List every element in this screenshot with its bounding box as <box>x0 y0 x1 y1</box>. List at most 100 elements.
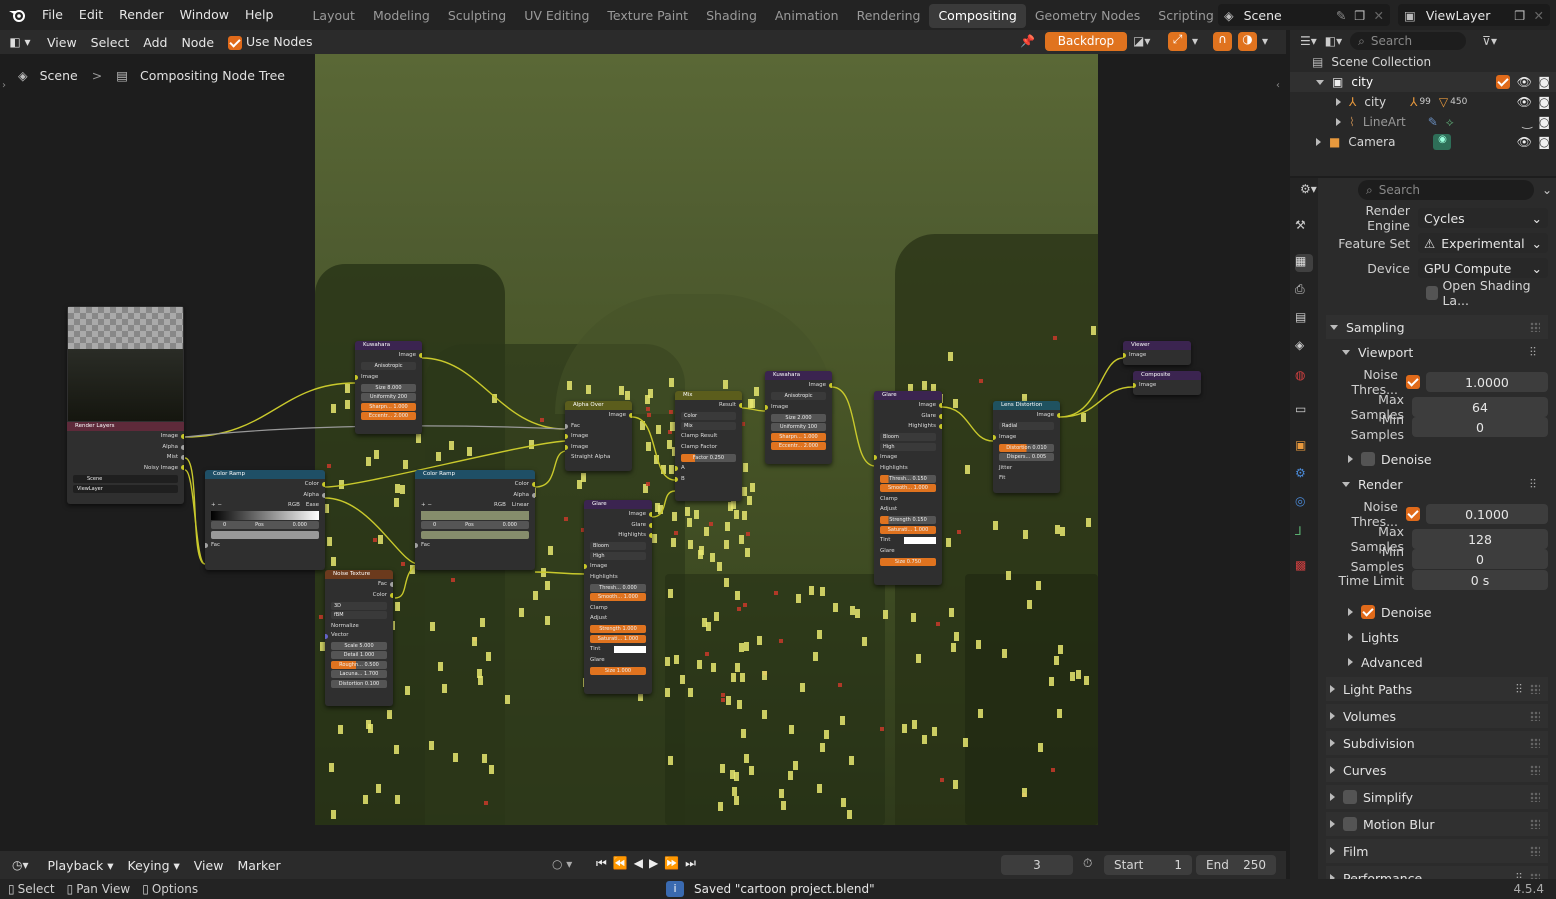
color-swatch[interactable] <box>211 530 319 539</box>
film-panel[interactable]: Film <box>1326 839 1548 863</box>
kuwahara-node[interactable]: Kuwahara Image Anisotropic Image Size 2.… <box>765 371 832 464</box>
outliner-search-input[interactable]: ⌕ Search <box>1350 32 1467 50</box>
drag-handle-icon[interactable] <box>1530 792 1540 802</box>
pin-icon[interactable]: 📌 <box>1020 34 1035 48</box>
tint-field[interactable]: Tint <box>874 535 942 546</box>
mode-dropdown[interactable]: Anisotropic <box>361 362 416 370</box>
feature-set-dropdown[interactable]: ⚠ Experimental ⌄ <box>1418 233 1548 253</box>
size-field[interactable]: Size 2.000 <box>771 413 826 422</box>
color-ramp-node[interactable]: Color Ramp Color Alpha + − RGB Ease 0 Pos 0.… <box>205 470 325 570</box>
drag-handle-icon[interactable] <box>1530 846 1540 856</box>
tab-sculpting[interactable]: Sculpting <box>439 4 515 28</box>
data-type-dropdown[interactable]: Color <box>681 412 736 420</box>
simplify-checkbox[interactable] <box>1343 790 1357 804</box>
editor-type-icon[interactable]: ◧ ▾ <box>0 35 40 49</box>
render-camera-icon[interactable]: ◙ <box>1538 95 1550 109</box>
presets-icon[interactable]: ⫶⫶ <box>1530 344 1536 360</box>
device-dropdown[interactable]: GPU Compute ⌄ <box>1418 258 1548 278</box>
menu-help[interactable]: Help <box>237 0 282 30</box>
use-nodes-checkbox[interactable] <box>228 35 243 50</box>
visibility-eye-icon[interactable]: 👁 <box>1517 135 1532 149</box>
menu-view[interactable]: View <box>187 858 231 873</box>
visibility-eye-icon[interactable]: 👁 <box>1517 75 1532 89</box>
use-nodes-toggle[interactable]: Use Nodes <box>221 34 319 50</box>
pos-field[interactable]: 0 Pos 0.000 <box>211 521 319 529</box>
smoothness-field[interactable]: Smooth... 1.000 <box>880 484 936 492</box>
subdivision-panel[interactable]: Subdivision <box>1326 731 1548 755</box>
motion-blur-checkbox[interactable] <box>1343 817 1357 831</box>
render-noise-field[interactable]: 0.1000 <box>1426 504 1548 524</box>
ramp-gradient[interactable] <box>421 510 529 520</box>
node-header[interactable]: Mix <box>675 391 742 400</box>
render-denoise-subpanel[interactable]: Denoise <box>1326 600 1548 624</box>
viewport-noise-field[interactable]: 1.0000 <box>1426 372 1548 392</box>
size-field[interactable]: Size 8.000 <box>361 383 416 392</box>
menu-edit[interactable]: Edit <box>71 0 111 30</box>
tab-scripting[interactable]: Scripting <box>1149 4 1223 28</box>
playback-controls[interactable]: ⏮⏪◀▶⏩⏭ <box>596 856 702 871</box>
quality-dropdown[interactable]: High <box>590 551 646 560</box>
eccentricity-field[interactable]: Eccentr... 2.000 <box>361 412 416 420</box>
scene-collection-row[interactable]: ▤ Scene Collection <box>1290 52 1556 72</box>
snap-icon[interactable]: ∩ <box>1213 32 1232 51</box>
gizmo-dropdown-icon[interactable]: ▾ <box>1192 34 1198 48</box>
new-view-layer-icon[interactable]: ❐ <box>1514 8 1525 23</box>
hidden-eye-icon[interactable]: ‿ <box>1522 115 1532 129</box>
volumes-panel[interactable]: Volumes <box>1326 704 1548 728</box>
noise-texture-node[interactable]: Noise Texture Fac Color 3D fBM Normalize… <box>325 570 393 706</box>
node-header[interactable]: Glare <box>874 391 942 400</box>
sidebar-toggle-icon[interactable]: ‹ <box>1276 80 1280 91</box>
glare-node[interactable]: Glare Image Glare Highlights Bloom High … <box>584 500 652 694</box>
viewport-noise-checkbox[interactable] <box>1406 375 1420 389</box>
tab-modeling[interactable]: Modeling <box>364 4 439 28</box>
detail-field[interactable]: Detail 1.000 <box>331 651 387 659</box>
viewport-denoise-subpanel[interactable]: Denoise <box>1326 447 1548 471</box>
properties-search-input[interactable]: ⌕ Search <box>1358 180 1534 200</box>
node-header[interactable]: Viewer <box>1123 341 1191 350</box>
strength-field[interactable]: Strength 0.150 <box>880 516 936 524</box>
new-scene-icon[interactable]: ❐ <box>1354 8 1365 23</box>
menu-node[interactable]: Node <box>174 35 221 50</box>
options-dropdown-icon[interactable]: ⌄ <box>1542 183 1552 197</box>
osl-checkbox[interactable] <box>1426 286 1439 300</box>
clamp-panel[interactable]: Clamp <box>874 494 942 505</box>
render-layers-node[interactable]: Render Layers Image Alpha Mist Noisy Ima… <box>67 306 184 504</box>
threshold-field[interactable]: Thresh... 0.000 <box>590 583 646 592</box>
auto-keying-icon[interactable]: ○ ▾ <box>552 857 572 871</box>
modifier-icon[interactable]: ✎ <box>1428 115 1438 129</box>
drag-handle-icon[interactable] <box>1530 711 1540 721</box>
glare-panel[interactable]: Glare <box>874 546 942 557</box>
sharpness-field[interactable]: Sharpn... 1.000 <box>361 402 416 411</box>
editor-type-icon[interactable]: ⚙▾ <box>1300 182 1317 196</box>
uniformity-field[interactable]: Uniformity 100 <box>771 423 826 431</box>
tint-field[interactable]: Tint <box>584 644 652 655</box>
glare-type-dropdown[interactable]: Bloom <box>880 433 936 441</box>
node-header[interactable]: Color Ramp <box>415 470 535 479</box>
size-field[interactable]: Size 0.750 <box>880 557 936 566</box>
kuwahara-node[interactable]: Kuwahara Image Anisotropic Image Size 8.… <box>355 341 422 434</box>
render-camera-icon[interactable]: ◙ <box>1538 75 1550 89</box>
overlay-icon[interactable]: ◑ <box>1238 32 1257 51</box>
mode-dropdown[interactable]: Radial <box>999 422 1054 430</box>
render-subpanel[interactable]: Render ⫶⫶ <box>1326 472 1548 496</box>
mode-dropdown[interactable]: Anisotropic <box>771 392 826 400</box>
texture-tab-icon[interactable]: ▩ <box>1295 558 1313 576</box>
outliner-row-camera[interactable]: ■ Camera ◉ 👁 ◙ <box>1290 132 1556 152</box>
node-header[interactable]: Noise Texture <box>325 570 393 579</box>
menu-file[interactable]: File <box>34 0 71 30</box>
roughness-field[interactable]: Roughn... 0.500 <box>331 660 387 669</box>
smoothness-field[interactable]: Smooth... 1.000 <box>590 593 646 601</box>
drag-handle-icon[interactable] <box>1530 765 1540 775</box>
constraint-tab-icon[interactable]: ⅃ <box>1295 524 1313 542</box>
node-header[interactable]: Glare <box>584 500 652 509</box>
jitter-toggle[interactable]: Jitter <box>993 463 1060 474</box>
quality-dropdown[interactable]: High <box>880 442 936 451</box>
node-header[interactable]: Lens Distortion <box>993 401 1060 410</box>
view-layer-tab-icon[interactable]: ▤ <box>1295 310 1313 328</box>
menu-view[interactable]: View <box>40 35 84 50</box>
stopwatch-icon[interactable]: ⏱ <box>1083 856 1092 871</box>
drag-handle-icon[interactable] <box>1530 738 1540 748</box>
osl-row[interactable]: Open Shading La... <box>1326 278 1548 308</box>
scene-field[interactable]: Scene <box>73 475 178 483</box>
alpha-over-node[interactable]: Alpha Over Image Fac Image Image Straigh… <box>565 401 632 471</box>
